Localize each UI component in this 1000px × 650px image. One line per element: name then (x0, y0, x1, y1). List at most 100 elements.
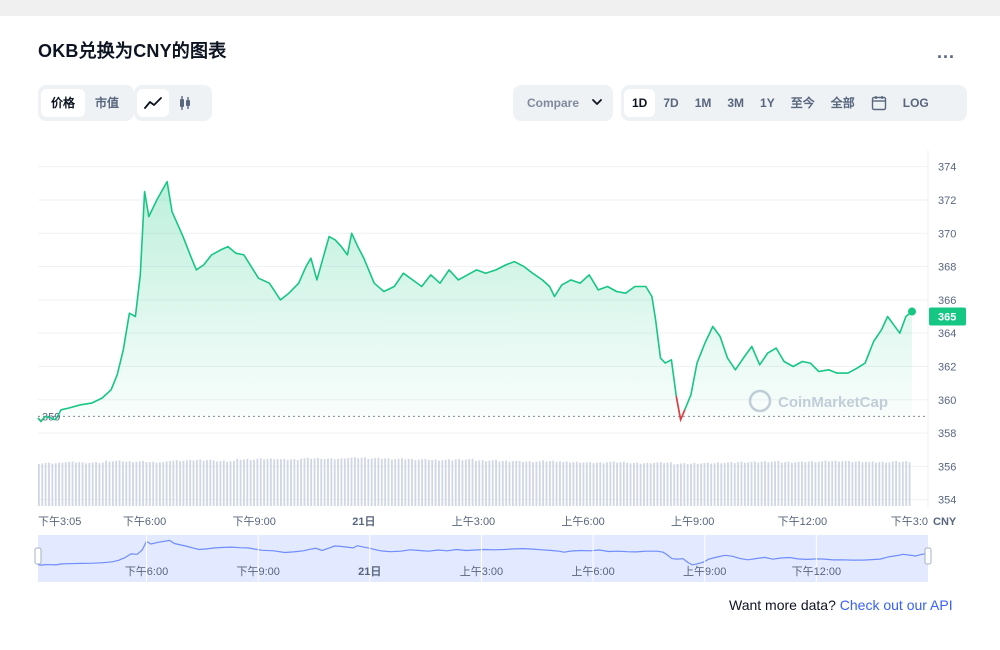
volume-bar (639, 463, 642, 506)
volume-bar (111, 461, 114, 506)
volume-bar (754, 461, 756, 506)
volume-bar (811, 461, 813, 506)
volume-bar (343, 458, 346, 506)
api-link[interactable]: Check out our API (840, 597, 953, 613)
volume-bar (101, 462, 104, 506)
volume-bar (152, 461, 155, 506)
volume-bar (562, 461, 565, 506)
x-axis-tick-label: 上午6:00 (561, 515, 604, 528)
volume-bar (175, 460, 178, 506)
volume-bar (64, 462, 67, 506)
volume-bar (172, 460, 175, 506)
volume-bar (468, 459, 471, 506)
volume-bar (424, 458, 427, 506)
volume-bar (145, 462, 148, 506)
volume-bar (851, 462, 854, 506)
volume-bar (85, 463, 87, 506)
volume-bar (253, 459, 255, 506)
volume-bar (881, 461, 884, 506)
volume-bar (115, 460, 118, 506)
volume-bar (908, 462, 911, 506)
volume-bar (229, 461, 232, 506)
volume-bar (246, 459, 249, 506)
volume-bar (414, 460, 417, 506)
volume-bar (185, 460, 188, 506)
volume-bar (105, 460, 108, 506)
volume-bar (226, 461, 229, 506)
volume-bar (491, 460, 494, 506)
x-axis-tick-label: 上午3:00 (452, 515, 495, 528)
volume-bar (71, 461, 74, 506)
volume-bar (585, 462, 588, 506)
volume-bar (370, 458, 373, 506)
volume-bar (629, 463, 632, 506)
volume-bar (723, 462, 726, 506)
volume-bar (737, 462, 739, 506)
volume-bar (538, 461, 541, 506)
volume-bar (417, 459, 420, 506)
volume-bar (273, 459, 276, 506)
y-axis-tick-label: 370 (938, 228, 956, 240)
navigator-tick-label: 21日 (358, 565, 381, 578)
volume-bar (444, 459, 447, 506)
y-axis-tick-label: 364 (938, 328, 956, 340)
volume-bar (320, 459, 323, 506)
volume-bar (266, 458, 269, 506)
y-axis-tick-label: 374 (938, 162, 956, 174)
y-axis-tick-label: 372 (938, 195, 956, 207)
volume-bar (807, 461, 810, 506)
volume-bar (680, 463, 682, 506)
price-chart: 374372370368366364362360358356354CoinMar… (34, 150, 966, 582)
volume-bar (868, 461, 871, 506)
volume-bar (293, 459, 296, 506)
volume-bar (522, 462, 524, 506)
volume-bar (841, 461, 844, 506)
volume-bar (306, 457, 309, 506)
volume-bar (760, 461, 763, 506)
volume-bar (555, 461, 558, 506)
volume-bar (501, 461, 504, 506)
volume-bar (471, 458, 474, 506)
volume-bar (710, 463, 713, 506)
volume-bar (643, 463, 645, 506)
volume-bar (525, 461, 528, 506)
volume-bar (243, 459, 245, 506)
volume-bar (565, 461, 568, 506)
current-price-dot (908, 307, 916, 316)
volume-bar (169, 460, 171, 506)
volume-bar (871, 461, 874, 506)
volume-bar (182, 460, 185, 506)
volume-bar (68, 461, 71, 506)
volume-bar (478, 460, 481, 506)
volume-bar (206, 460, 208, 506)
volume-bar (397, 458, 400, 506)
volume-bar (690, 463, 692, 506)
volume-bar (276, 459, 279, 506)
navigator-handle-left[interactable] (34, 547, 42, 565)
navigator-handle-right[interactable] (924, 547, 932, 565)
volume-bar (367, 459, 370, 506)
volume-bar (693, 462, 696, 506)
volume-bar (552, 460, 555, 506)
volume-bar (669, 462, 672, 506)
volume-bar (505, 460, 508, 506)
volume-bar (337, 458, 339, 506)
volume-bar (895, 460, 897, 506)
volume-bar (848, 460, 850, 506)
volume-bar (532, 462, 534, 506)
volume-bar (673, 464, 676, 506)
navigator-tick-label: 下午12:00 (792, 565, 842, 578)
volume-bar (125, 461, 128, 506)
volume-bar (390, 459, 393, 506)
volume-bar (801, 461, 803, 506)
volume-bar (461, 460, 464, 506)
volume-bar (216, 461, 218, 506)
volume-bar (790, 462, 793, 506)
x-axis-tick-label: 上午9:00 (671, 515, 714, 528)
volume-bar (706, 462, 709, 506)
volume-bar (380, 458, 383, 506)
volume-bar (377, 457, 380, 506)
y-axis-tick-label: 368 (938, 262, 956, 274)
volume-bar (858, 461, 861, 506)
volume-bar (427, 459, 430, 506)
